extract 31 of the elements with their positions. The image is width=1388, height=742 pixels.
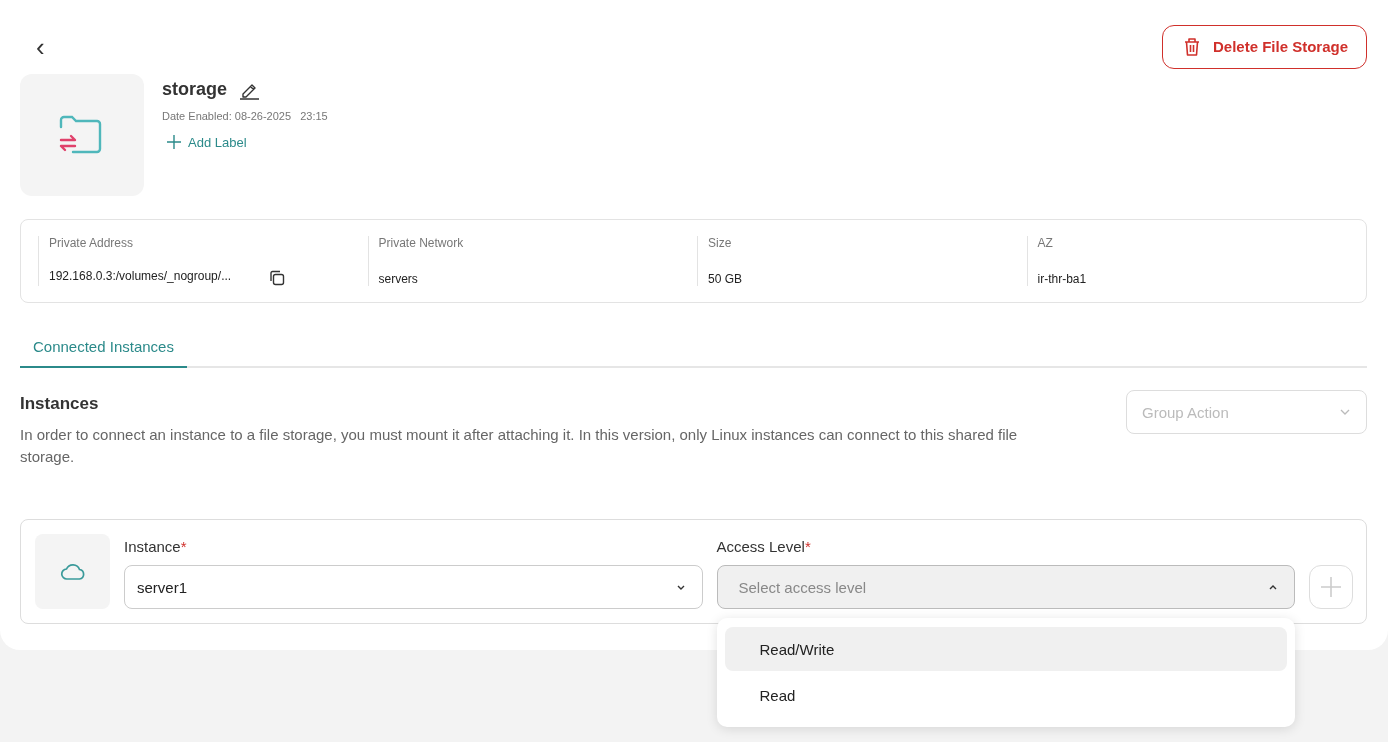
back-button[interactable]: ‹ xyxy=(30,36,51,57)
delete-button[interactable]: Delete File Storage xyxy=(1161,24,1367,69)
detail-value: ir-thr-ba1 xyxy=(1037,272,1087,286)
detail-label: Private Network xyxy=(378,236,465,250)
dropdown-option[interactable]: Read/Write xyxy=(724,627,1287,671)
detail-label: Size xyxy=(708,236,733,250)
chevron-down-icon xyxy=(675,583,686,591)
access-level-select[interactable]: Select access level xyxy=(716,565,1295,609)
field-label: Instance* xyxy=(124,538,188,555)
field-label: Access Level* xyxy=(716,538,812,555)
instance-select[interactable]: server1 xyxy=(124,565,703,609)
cloud-icon xyxy=(59,562,86,581)
description: In order to connect an instance to a file storage, you must mount it after attaching it. In this version, only Linux instances can connect to this shared file storage. xyxy=(20,425,1019,467)
copy-icon xyxy=(269,270,286,286)
detail-label: AZ xyxy=(1037,236,1054,250)
chevron-up-icon xyxy=(1268,583,1278,591)
detail-value: 192.168.0.3:/volumes/_nogroup/... xyxy=(49,269,232,283)
detail-value: 50 GB xyxy=(708,272,743,286)
plus-icon xyxy=(1320,576,1342,598)
tab[interactable]: Connected Instances xyxy=(20,330,187,368)
copy-button[interactable] xyxy=(269,270,286,286)
resource-name: storage xyxy=(162,79,228,100)
section-title: Instances xyxy=(20,394,100,414)
trash-icon xyxy=(1182,36,1201,57)
detail-value: servers xyxy=(378,272,418,286)
add-label-button[interactable]: Add Label xyxy=(166,134,247,150)
chevron-down-icon xyxy=(1339,408,1351,416)
plus-icon xyxy=(166,134,182,150)
detail-label: Private Address xyxy=(49,236,135,250)
date-enabled: Date Enabled: 08-26-2025 23:15 xyxy=(162,110,328,122)
dropdown-option[interactable]: Read xyxy=(724,673,1287,717)
